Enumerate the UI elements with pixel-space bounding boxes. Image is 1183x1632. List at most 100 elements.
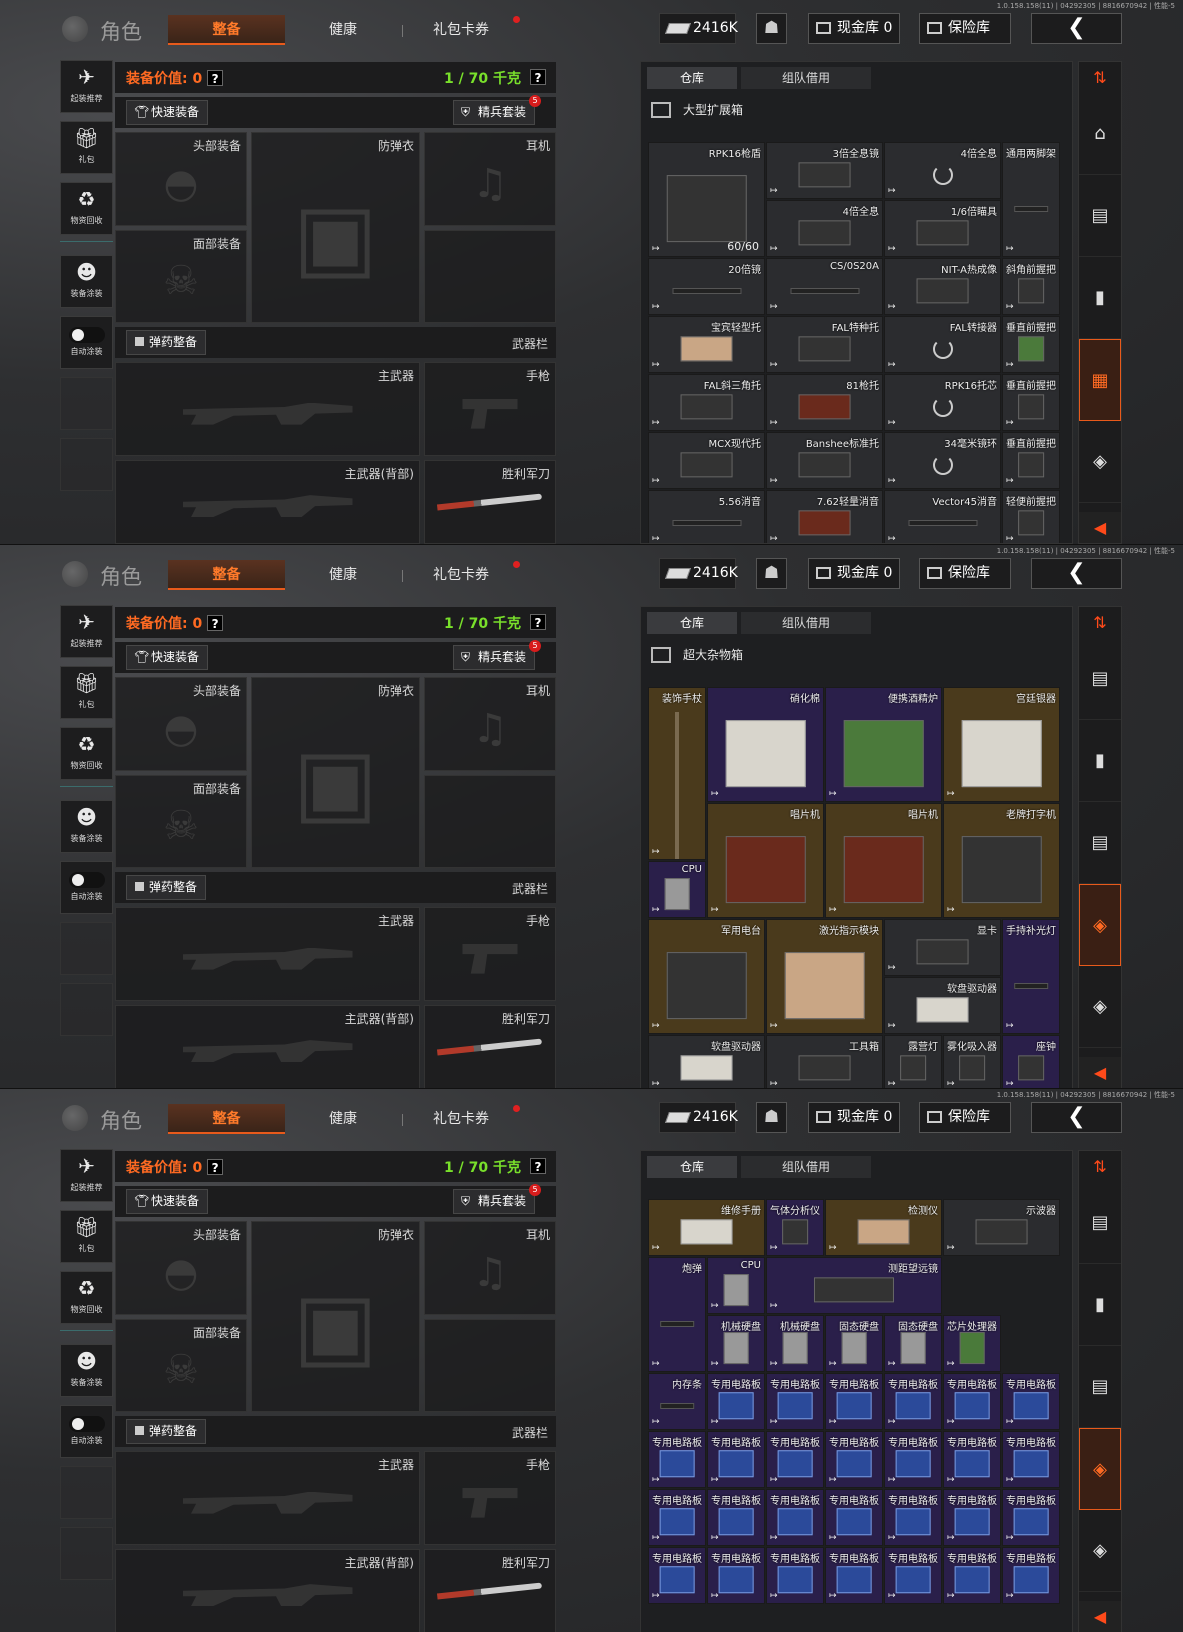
inventory-item[interactable]: 斜角前握把 ↦ <box>1002 258 1060 315</box>
inventory-item[interactable]: 专用电路板 ↦ <box>943 1373 1001 1430</box>
inventory-item[interactable]: 专用电路板 ↦ <box>825 1547 883 1604</box>
inventory-item[interactable]: 5.56消音 ↦ <box>648 490 765 543</box>
inventory-item[interactable]: 81枪托 ↦ <box>766 374 883 431</box>
sidebar-auto-skin[interactable]: 自动涂装 <box>60 861 113 914</box>
sidebar-auto-skin[interactable]: 自动涂装 <box>60 1405 113 1458</box>
inventory-item[interactable]: Vector45消音 ↦ <box>884 490 1001 543</box>
pistol-slot[interactable]: 手枪 <box>424 907 556 1001</box>
safe-button[interactable]: 保险库 <box>919 13 1011 44</box>
inventory-item[interactable]: 示波器 ↦ <box>943 1199 1060 1256</box>
sidebar-skin[interactable]: ☻ 装备涂装 <box>60 255 113 308</box>
inventory-item[interactable]: 软盘驱动器 ↦ <box>648 1035 765 1088</box>
container-tab[interactable]: ▤ <box>1079 175 1121 257</box>
inventory-item[interactable]: 座钟 ↦ <box>1002 1035 1060 1088</box>
inventory-item[interactable]: RPK16托芯 ↦ <box>884 374 1001 431</box>
sidebar-skin[interactable]: ☻ 装备涂装 <box>60 1344 113 1397</box>
inventory-item[interactable]: 芯片处理器 ↦ <box>943 1315 1001 1372</box>
safe-button[interactable]: 保险库 <box>919 1102 1011 1133</box>
primary-weapon-slot[interactable]: 主武器 <box>115 362 420 456</box>
armor-slot[interactable]: 防弹衣 ▣ <box>251 1221 420 1412</box>
pistol-slot[interactable]: 手枪 <box>424 362 556 456</box>
head-slot[interactable]: 头部装备 ◓ <box>115 677 247 771</box>
inventory-item[interactable]: CS/0S20A ↦ <box>766 258 883 315</box>
face-slot[interactable]: 面部装备 ☠ <box>115 775 247 868</box>
inventory-item[interactable]: 装饰手杖 ↦ <box>648 687 706 860</box>
help-icon[interactable]: ? <box>207 615 224 631</box>
inventory-item[interactable]: 硝化棉 ↦ <box>707 687 824 802</box>
ear-slot[interactable]: 耳机 ♫ <box>424 132 556 226</box>
sidebar-loadout-recommend[interactable]: ✈ 起装推荐 <box>60 1149 113 1202</box>
quick-equip-button[interactable]: 👕︎ 快速装备 <box>126 645 209 670</box>
inventory-item[interactable]: 唱片机 ↦ <box>707 803 824 918</box>
inventory-item[interactable]: 专用电路板 ↦ <box>1002 1373 1060 1430</box>
cash-vault-button[interactable]: 现金库 0 <box>808 13 900 44</box>
tab-gift-coupons[interactable]: 礼包卡券 <box>433 1104 489 1134</box>
ear-slot[interactable]: 耳机 ♫ <box>424 1221 556 1315</box>
armor-slot[interactable]: 防弹衣 ▣ <box>251 132 420 323</box>
knife-slot[interactable]: 胜利军刀 <box>424 1549 556 1632</box>
back-button[interactable]: ❮ <box>1031 13 1122 44</box>
inventory-item[interactable]: 专用电路板 ↦ <box>825 1489 883 1546</box>
inventory-item[interactable]: 固态硬盘 ↦ <box>825 1315 883 1372</box>
container-tab[interactable]: ◈ <box>1079 1510 1121 1592</box>
secondary-weapon-slot[interactable]: 主武器(背部) <box>115 1549 420 1632</box>
collapse-icon[interactable]: ◀ <box>1079 1057 1121 1088</box>
inventory-item[interactable]: 内存条 ↦ <box>648 1373 706 1430</box>
container-tab-active[interactable]: ◈ <box>1079 1428 1121 1510</box>
container-tab[interactable]: ▤ <box>1079 1182 1121 1264</box>
inventory-item[interactable]: 专用电路板 ↦ <box>766 1431 824 1488</box>
inventory-item[interactable]: 炮弹 ↦ <box>648 1257 706 1372</box>
inventory-item[interactable]: MCX现代托 ↦ <box>648 432 765 489</box>
container-tab[interactable]: ◈ <box>1079 966 1121 1048</box>
sidebar-recycle[interactable]: ♻ 物资回收 <box>60 1271 113 1324</box>
inventory-item[interactable]: 维修手册 ↦ <box>648 1199 765 1256</box>
tab-equip[interactable]: 整备 <box>168 1104 285 1134</box>
money-display[interactable]: 2416K <box>659 558 738 589</box>
inventory-item[interactable]: 激光指示模块 ↦ <box>766 919 883 1034</box>
inventory-item[interactable]: 专用电路板 ↦ <box>707 1431 765 1488</box>
container-tab-active[interactable]: ◈ <box>1079 884 1121 966</box>
inventory-item[interactable]: FAL特种托 ↦ <box>766 316 883 373</box>
inventory-item[interactable]: 专用电路板 ↦ <box>648 1431 706 1488</box>
tab-health[interactable]: 健康 <box>329 560 357 590</box>
inventory-item[interactable]: 专用电路板 ↦ <box>707 1373 765 1430</box>
tab-team-borrow[interactable]: 组队借用 <box>741 1156 871 1178</box>
inventory-item[interactable]: 宝宾轻型托 ↦ <box>648 316 765 373</box>
tab-team-borrow[interactable]: 组队借用 <box>741 612 871 634</box>
secondary-weapon-slot[interactable]: 主武器(背部) <box>115 1005 420 1088</box>
operator-avatar-button[interactable]: ☗ <box>756 1102 787 1133</box>
inventory-item[interactable]: 专用电路板 ↦ <box>648 1489 706 1546</box>
inventory-item[interactable]: FAL转接器 ↦ <box>884 316 1001 373</box>
inventory-item[interactable]: 专用电路板 ↦ <box>648 1547 706 1604</box>
tab-gift-coupons[interactable]: 礼包卡券 <box>433 560 489 590</box>
sort-icon[interactable]: ⇅ <box>1079 1151 1121 1182</box>
inventory-item[interactable]: CPU ↦ <box>707 1257 765 1314</box>
armor-slot[interactable]: 防弹衣 ▣ <box>251 677 420 868</box>
elite-kit-button[interactable]: ⛨ 精兵套装 5 <box>453 640 542 670</box>
tab-warehouse[interactable]: 仓库 <box>647 67 737 89</box>
inventory-item[interactable]: 1/6倍瞄具 ↦ <box>884 200 1001 257</box>
inventory-item[interactable]: FAL斜三角托 ↦ <box>648 374 765 431</box>
tab-equip[interactable]: 整备 <box>168 15 285 45</box>
quick-equip-button[interactable]: 👕︎ 快速装备 <box>126 100 209 125</box>
inventory-item[interactable]: 专用电路板 ↦ <box>707 1547 765 1604</box>
inventory-item[interactable]: 军用电台 ↦ <box>648 919 765 1034</box>
inventory-item[interactable]: 4倍全息 ↦ <box>884 142 1001 199</box>
tab-warehouse[interactable]: 仓库 <box>647 1156 737 1178</box>
sidebar-recycle[interactable]: ♻ 物资回收 <box>60 182 113 235</box>
operator-avatar-button[interactable]: ☗ <box>756 13 787 44</box>
primary-weapon-slot[interactable]: 主武器 <box>115 907 420 1001</box>
container-tab-active[interactable]: ▦ <box>1079 339 1121 421</box>
inventory-item[interactable]: 垂直前握把 ↦ <box>1002 374 1060 431</box>
inventory-item[interactable]: 气体分析仪 ↦ <box>766 1199 824 1256</box>
money-display[interactable]: 2416K <box>659 1102 738 1133</box>
ammo-prep-button[interactable]: 弹药整备 <box>126 875 207 900</box>
face-slot[interactable]: 面部装备 ☠ <box>115 230 247 323</box>
inventory-item[interactable]: 唱片机 ↦ <box>825 803 942 918</box>
inventory-item[interactable]: 显卡 ↦ <box>884 919 1001 976</box>
auto-skin-toggle[interactable] <box>68 1416 105 1432</box>
pistol-slot[interactable]: 手枪 <box>424 1451 556 1545</box>
inventory-item[interactable]: 专用电路板 ↦ <box>1002 1489 1060 1546</box>
money-display[interactable]: 2416K <box>659 13 738 44</box>
sidebar-auto-skin[interactable]: 自动涂装 <box>60 316 113 369</box>
